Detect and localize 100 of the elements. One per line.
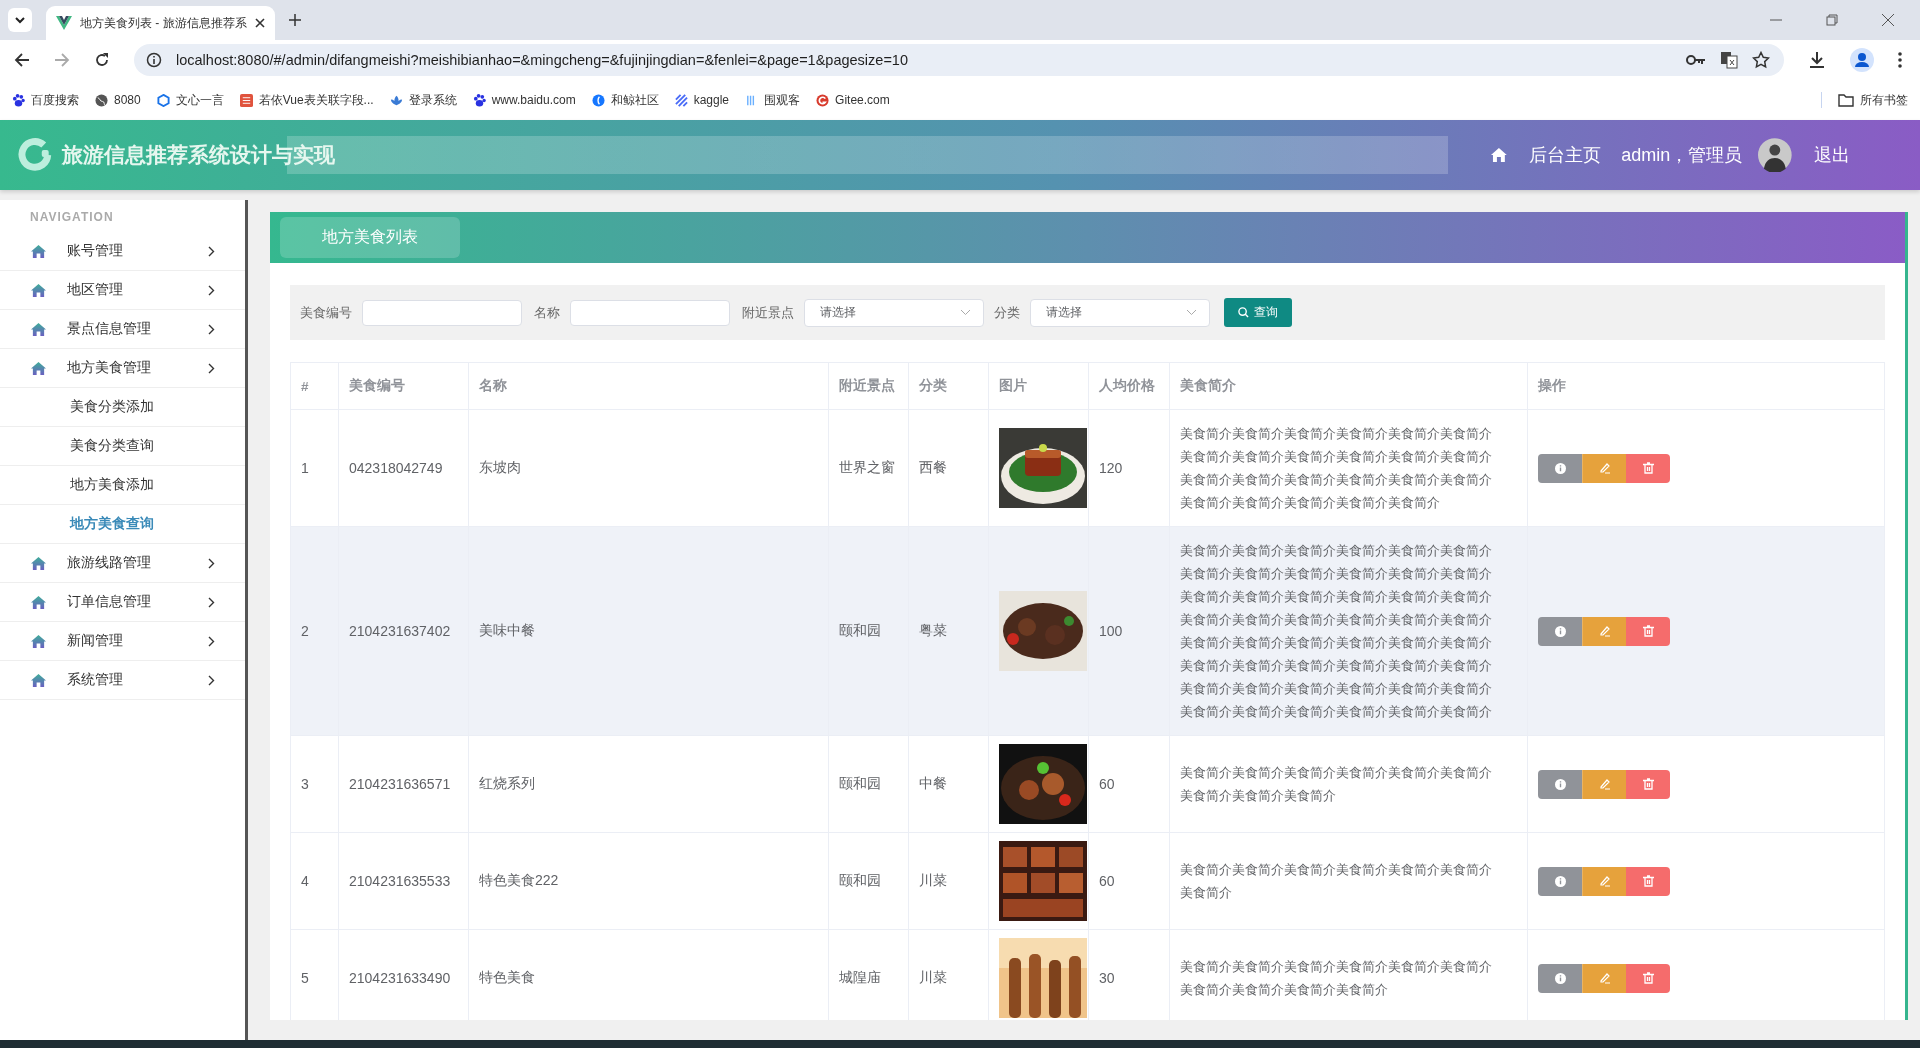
info-icon [1554,462,1566,474]
pencil-icon [1598,462,1611,474]
home-link[interactable]: 后台主页 [1529,143,1602,167]
select-field[interactable]: 请选择 [1030,298,1210,327]
details-button[interactable] [1538,769,1582,799]
column-header: 图片 [988,362,1089,410]
nav-subitem[interactable]: 美食分类查询 [0,427,245,466]
close-icon[interactable] [254,18,265,28]
delete-button[interactable] [1626,453,1670,483]
chevron-right-icon [208,323,215,335]
edit-button[interactable] [1582,963,1626,993]
nav-item[interactable]: 订单信息管理 [0,583,245,622]
nav-item[interactable]: 新闻管理 [0,622,245,661]
info-icon [146,52,162,68]
chevron-right-icon [208,362,215,374]
home-icon [30,555,47,571]
star-icon[interactable] [1752,51,1770,69]
nav-item[interactable]: 景点信息管理 [0,310,245,349]
bookmark-link[interactable]: kaggle [674,93,730,107]
delete-button[interactable] [1626,769,1670,799]
back-icon[interactable] [14,52,30,68]
logout-link[interactable]: 退出 [1814,143,1850,167]
table-cell: 颐和园 [828,735,909,833]
restore-icon[interactable] [1826,14,1838,26]
input-field[interactable] [362,299,522,326]
new-tab-icon[interactable] [288,14,301,26]
stripes-icon [674,93,688,107]
home-icon[interactable] [1489,147,1508,163]
table-cell: 粤菜 [908,526,989,736]
search-button[interactable]: 查询 [1224,298,1292,327]
table-row[interactable]: 4 2104231635533 特色美食222 颐和园 川菜 60 美食简介美食简介美食简介美食简介美食简介美食简介美食简介 [290,832,1885,930]
forward-icon[interactable] [54,52,70,68]
address-bar[interactable]: localhost:8080/#/admin/difangmeishi?meishibianhao=&mingcheng=&fujinjingdian=&fenlei=&page=1&pagesize=10 [134,44,1784,76]
menu-icon[interactable] [1898,52,1902,68]
download-icon[interactable] [1808,51,1826,69]
select-field[interactable]: 请选择 [804,298,984,327]
edit-button[interactable] [1582,866,1626,896]
table-cell: 红烧系列 [468,735,829,833]
home-icon [30,321,47,337]
close-icon[interactable] [1882,14,1894,26]
tab-search-button[interactable] [8,8,32,32]
translate-icon[interactable] [1720,51,1738,69]
delete-button[interactable] [1626,616,1670,646]
table-row[interactable] [290,526,1885,736]
chevron-down-icon [14,14,26,26]
paw-icon [472,93,486,107]
bookmark-link[interactable]: 围观客 [745,91,801,109]
table-row[interactable]: 5 2104231633490 特色美食 城隍庙 川菜 30 美食简介美食简介美食简介美食简介美食简介美食简介美食简介美食简介美食简介美食简介 [290,929,1885,1020]
column-header: 美食编号 [338,362,469,410]
search-icon [1238,307,1249,318]
nav-subitem[interactable]: 美食分类添加 [0,388,245,427]
bookmark-link[interactable]: 8080 [95,93,141,107]
table-cell: 美味中餐 [468,526,829,736]
reload-icon[interactable] [94,52,110,68]
nav-item[interactable]: 系统管理 [0,661,245,700]
chevron-right-icon [208,245,215,257]
input-field[interactable] [570,299,730,326]
nav-subitem[interactable]: 地方美食查询 [0,505,245,544]
edit-button[interactable] [1582,616,1626,646]
field-label: 分类 [994,303,1020,322]
nav-subitem[interactable]: 地方美食添加 [0,466,245,505]
chevron-right-icon [208,674,215,686]
browser-tab[interactable]: 地方美食列表 - 旅游信息推荐系 [46,6,275,40]
table-cell: 特色美食222 [468,832,829,930]
bookmark-link[interactable]: 和鲸社区 [591,91,659,109]
bookmark-link[interactable]: Gitee.com [816,93,890,107]
nav-item[interactable]: 旅游线路管理 [0,544,245,583]
table-row[interactable]: 3 2104231636571 红烧系列 颐和园 中餐 60 美食简介美食简介美食简介美食简介美食简介美食简介美食简介美食简介美食简介 [290,735,1885,833]
bookmark-link[interactable]: www.baidu.com [472,93,576,107]
bookmark-link[interactable]: 百度搜索 [12,91,79,109]
field-label: 名称 [534,303,560,322]
bookmark-link[interactable]: 登录系统 [389,91,457,109]
table-row[interactable]: 1 042318042749 东坡肉 世界之窗 西餐 120 美食简介美食简介美食简介美食简介美食简介美食简介美食简介美食简介美食简介美食简介美食简介美食简介美食简介美食简介美食简介美食简介美食简介美食简介美食简介美食简介美食简介美食简介美食简介 [290,409,1885,527]
delete-button[interactable] [1626,963,1670,993]
nav-heading: NAVIGATION [29,210,115,226]
cube-icon [156,93,170,107]
avatar-icon[interactable] [1758,138,1792,172]
bookmark-link[interactable]: 文心一言 [156,91,224,109]
key-icon[interactable] [1686,54,1706,66]
nav-item[interactable]: 地方美食管理 [0,349,245,388]
edit-button[interactable] [1582,769,1626,799]
column-header: 美食简介 [1169,362,1528,410]
profile-icon[interactable] [1850,48,1874,72]
home-icon [30,633,47,649]
bookmark-link[interactable]: 若依Vue表关联字段... [239,91,374,109]
details-button[interactable] [1538,866,1582,896]
details-button[interactable] [1538,453,1582,483]
nav-item[interactable]: 账号管理 [0,232,245,271]
table-cell: 西餐 [908,409,989,527]
table-cell: 颐和园 [828,832,909,930]
home-icon [30,672,47,688]
all-bookmarks-button[interactable]: 所有书签 [1838,91,1908,109]
pencil-icon [1598,778,1611,790]
details-button[interactable] [1538,616,1582,646]
table-cell: 5 [290,929,339,1020]
pencil-icon [1598,972,1611,984]
edit-button[interactable] [1582,453,1626,483]
details-button[interactable] [1538,963,1582,993]
nav-item[interactable]: 地区管理 [0,271,245,310]
delete-button[interactable] [1626,866,1670,896]
